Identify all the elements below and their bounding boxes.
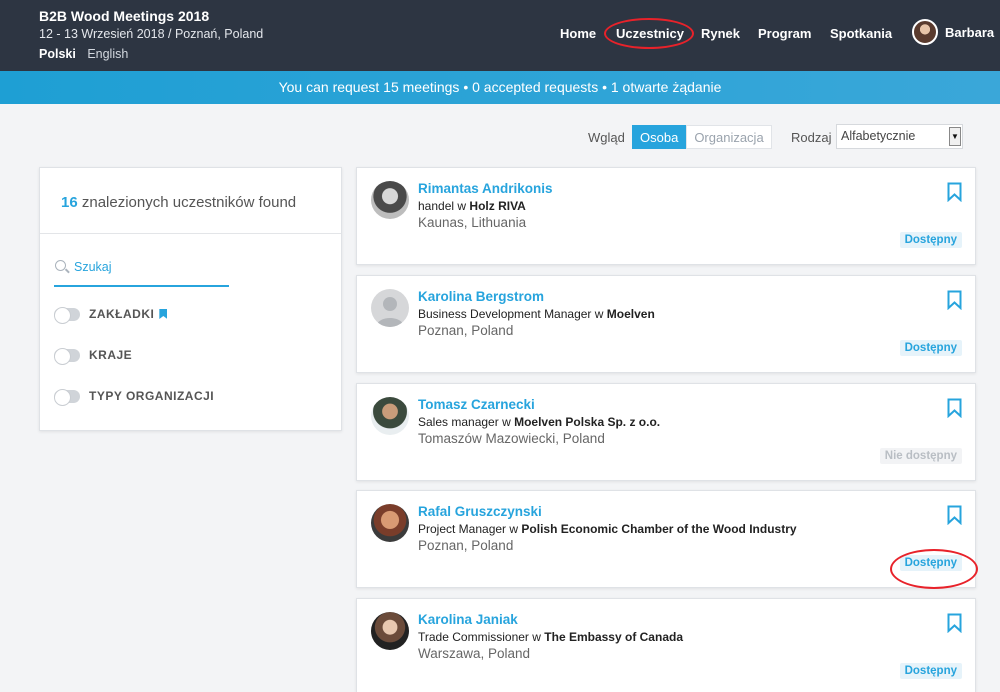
participant-name[interactable]: Karolina Bergstrom <box>418 289 544 304</box>
participant-location: Kaunas, Lithuania <box>418 215 527 230</box>
avatar <box>371 504 409 542</box>
participant-card[interactable]: Rafal Gruszczynski Project Manager w Pol… <box>356 490 978 589</box>
event-date-location: 12 - 13 Wrzesień 2018 / Poznań, Poland <box>39 27 264 41</box>
participant-role: Business Development Manager w Moelven <box>418 307 655 321</box>
results-count: 16 znalezionych uczestników found <box>61 194 296 211</box>
participant-card[interactable]: Rimantas Andrikonis handel w Holz RIVA K… <box>356 167 976 265</box>
bookmark-icon[interactable] <box>947 290 962 310</box>
status-badge: Dostępny <box>899 232 962 248</box>
status-badge: Nie dostępny <box>879 448 962 464</box>
participant-name[interactable]: Rimantas Andrikonis <box>418 181 553 196</box>
participant-role: Sales manager w Moelven Polska Sp. z o.o… <box>418 415 661 429</box>
status-badge: Dostępny <box>899 663 962 679</box>
participant-role: Trade Commissioner w The Embassy of Cana… <box>418 630 683 644</box>
toggle-switch[interactable] <box>54 306 80 324</box>
results-text: znalezionych uczestników found <box>81 194 297 211</box>
bookmark-icon[interactable] <box>947 613 962 633</box>
participant-name[interactable]: Tomasz Czarnecki <box>418 397 535 412</box>
divider <box>40 233 341 234</box>
filter-label: KRAJE <box>89 348 133 362</box>
nav-program[interactable]: Program <box>758 26 811 41</box>
filter-org-types[interactable]: TYPY ORGANIZACJI <box>54 387 215 406</box>
event-title: B2B Wood Meetings 2018 <box>39 8 210 24</box>
status-badge: Dostępny <box>899 555 962 571</box>
results-number: 16 <box>61 194 78 211</box>
search-icon <box>55 260 66 271</box>
toggle-switch[interactable] <box>54 388 80 406</box>
search-box <box>54 252 229 287</box>
participant-card[interactable]: Karolina Janiak Trade Commissioner w The… <box>356 598 976 692</box>
filter-label: ZAKŁADKI <box>89 307 155 321</box>
avatar-placeholder-icon <box>376 297 404 327</box>
participant-card[interactable]: Tomasz Czarnecki Sales manager w Moelven… <box>356 383 976 481</box>
bookmark-icon[interactable] <box>947 182 962 202</box>
avatar <box>371 397 409 435</box>
nav-home[interactable]: Home <box>560 26 596 41</box>
participant-role: handel w Holz RIVA <box>418 199 526 213</box>
user-name: Barbara <box>945 24 995 40</box>
status-badge: Dostępny <box>899 340 962 356</box>
participant-card[interactable]: Karolina Bergstrom Business Development … <box>356 275 976 373</box>
avatar <box>371 612 409 650</box>
top-header: B2B Wood Meetings 2018 12 - 13 Wrzesień … <box>0 0 1000 71</box>
nav-spotkania[interactable]: Spotkania <box>830 26 892 41</box>
bookmark-icon[interactable] <box>947 398 962 418</box>
lang-english[interactable]: English <box>87 47 128 61</box>
sort-select[interactable]: Alfabetycznie ▼ <box>836 124 963 149</box>
language-switcher: Polski English <box>39 47 136 61</box>
user-menu[interactable]: Barbara <box>912 19 994 45</box>
bookmark-icon <box>159 309 168 319</box>
participant-role: Project Manager w Polish Economic Chambe… <box>418 522 797 536</box>
chevron-down-icon[interactable]: ▼ <box>949 127 961 146</box>
nav-uczestnicy[interactable]: Uczestnicy <box>616 26 684 41</box>
avatar <box>912 19 938 45</box>
meeting-quota-banner: You can request 15 meetings • 0 accepted… <box>0 71 1000 104</box>
view-toggle: Osoba Organizacja <box>632 125 772 149</box>
participant-location: Poznan, Poland <box>418 323 514 338</box>
filter-label: TYPY ORGANIZACJI <box>89 389 215 403</box>
lang-polski[interactable]: Polski <box>39 47 76 61</box>
avatar <box>371 289 409 327</box>
participant-location: Warszawa, Poland <box>418 646 531 661</box>
participant-location: Tomaszów Mazowiecki, Poland <box>418 431 605 446</box>
sort-label: Rodzaj <box>791 130 832 145</box>
participant-name[interactable]: Karolina Janiak <box>418 612 518 627</box>
toggle-switch[interactable] <box>54 347 80 365</box>
search-input[interactable] <box>74 256 224 278</box>
participant-name[interactable]: Rafal Gruszczynski <box>418 504 542 519</box>
view-osoba-button[interactable]: Osoba <box>632 125 687 149</box>
view-organizacja-button[interactable]: Organizacja <box>686 125 772 149</box>
sort-select-value: Alfabetycznie <box>841 129 916 143</box>
view-label: Wgląd <box>588 130 625 145</box>
participant-location: Poznan, Poland <box>418 538 514 553</box>
bookmark-icon[interactable] <box>947 505 962 525</box>
filter-bookmarks[interactable]: ZAKŁADKI <box>54 305 168 324</box>
filter-panel: 16 znalezionych uczestników found ZAKŁAD… <box>39 167 342 431</box>
avatar <box>371 181 409 219</box>
filter-countries[interactable]: KRAJE <box>54 346 133 365</box>
nav-rynek[interactable]: Rynek <box>701 26 740 41</box>
